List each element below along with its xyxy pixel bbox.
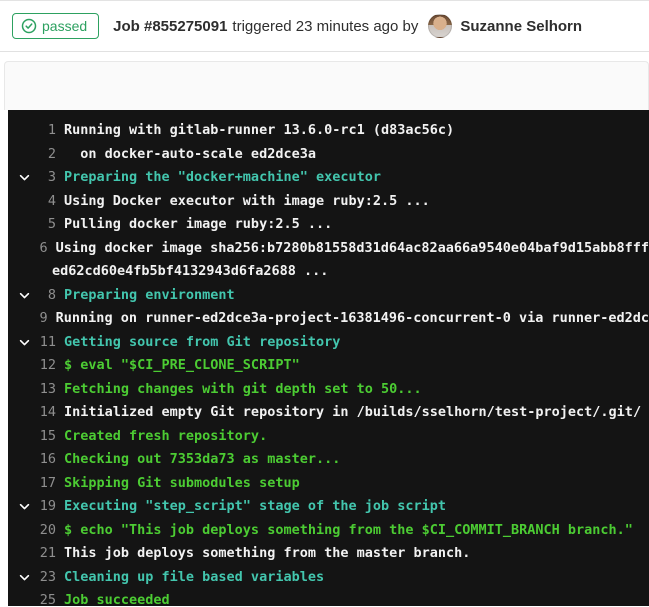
log-line: 16 Checking out 7353da73 as master... — [8, 448, 649, 472]
line-number-link[interactable]: 23 — [38, 566, 56, 590]
log-line-text: Using Docker executor with image ruby:2.… — [64, 190, 430, 214]
caret-spacer — [18, 472, 38, 496]
log-line: 14 Initialized empty Git repository in /b… — [8, 401, 649, 425]
line-number-link[interactable]: 12 — [38, 354, 56, 378]
caret-spacer — [18, 307, 30, 331]
log-line: 11 Getting source from Git repository — [8, 331, 649, 355]
line-number-link[interactable]: 20 — [38, 519, 56, 543]
log-line: 21 This job deploys something from the ma… — [8, 542, 649, 566]
job-header: passed Job #855275091 triggered 23 minut… — [0, 1, 649, 52]
caret-spacer — [18, 190, 38, 214]
section-header-text[interactable]: Preparing environment — [64, 284, 235, 308]
log-line: 12 $ eval "$CI_PRE_CLONE_SCRIPT" — [8, 354, 649, 378]
log-line-text: Running on runner-ed2dce3a-project-16381… — [56, 307, 649, 331]
log-line-text: Pulling docker image ruby:2.5 ... — [64, 213, 332, 237]
chevron-down-icon[interactable] — [18, 566, 38, 590]
line-number-link[interactable]: 25 — [38, 589, 56, 606]
caret-spacer — [18, 119, 38, 143]
log-line-text: $ echo "This job deploys something from … — [64, 519, 633, 543]
chevron-down-icon[interactable] — [18, 331, 38, 355]
log-line: 5 Pulling docker image ruby:2.5 ... — [8, 213, 649, 237]
log-line-text: $ eval "$CI_PRE_CLONE_SCRIPT" — [64, 354, 300, 378]
caret-spacer — [18, 401, 38, 425]
line-number-link[interactable]: 19 — [38, 495, 56, 519]
log-line-text: ed62cd60e4fb5bf4132943d6fa2688 ... — [52, 260, 328, 284]
log-line: 19 Executing "step_script" stage of the j… — [8, 495, 649, 519]
caret-spacer — [18, 589, 38, 606]
log-line-text: Using docker image sha256:b7280b81558d31… — [56, 237, 649, 261]
line-number-link[interactable]: 1 — [38, 119, 56, 143]
line-number-link[interactable]: 6 — [30, 237, 48, 261]
log-line: 17 Skipping Git submodules setup — [8, 472, 649, 496]
log-line: 8 Preparing environment — [8, 284, 649, 308]
log-line: 6 Using docker image sha256:b7280b81558d3… — [8, 237, 649, 261]
log-line: 2 on docker-auto-scale ed2dce3a — [8, 143, 649, 167]
log-line: 15 Created fresh repository. — [8, 425, 649, 449]
log-line-text: on docker-auto-scale ed2dce3a — [64, 143, 316, 167]
caret-spacer — [18, 378, 38, 402]
check-circle-icon — [21, 18, 37, 34]
log-line-text: Checking out 7353da73 as master... — [64, 448, 340, 472]
chevron-down-icon[interactable] — [18, 166, 38, 190]
log-line-text: Job succeeded — [64, 589, 170, 606]
log-line-text: Initialized empty Git repository in /bui… — [64, 401, 641, 425]
line-number-link[interactable]: 21 — [38, 542, 56, 566]
line-number-link[interactable]: 11 — [38, 331, 56, 355]
user-avatar[interactable] — [428, 14, 452, 38]
line-number-link[interactable]: 14 — [38, 401, 56, 425]
caret-spacer — [18, 425, 38, 449]
line-number-link[interactable]: 5 — [38, 213, 56, 237]
log-line-text: Created fresh repository. — [64, 425, 267, 449]
log-line: 20 $ echo "This job deploys something fro… — [8, 519, 649, 543]
job-id-label: Job #855275091 — [113, 18, 227, 35]
caret-spacer — [18, 519, 38, 543]
caret-spacer — [18, 237, 30, 261]
log-line: 23 Cleaning up file based variables — [8, 566, 649, 590]
line-number-link[interactable]: 9 — [30, 307, 48, 331]
job-log: 1 Running with gitlab-runner 13.6.0-rc1 (… — [8, 110, 649, 606]
section-header-text[interactable]: Cleaning up file based variables — [64, 566, 324, 590]
log-line: 4 Using Docker executor with image ruby:2… — [8, 190, 649, 214]
line-number-link[interactable]: 2 — [38, 143, 56, 167]
section-header-text[interactable]: Executing "step_script" stage of the job… — [64, 495, 446, 519]
line-number-link[interactable]: 8 — [38, 284, 56, 308]
line-number-link[interactable]: 17 — [38, 472, 56, 496]
log-line: 1 Running with gitlab-runner 13.6.0-rc1 (… — [8, 119, 649, 143]
log-line: 25 Job succeeded — [8, 589, 649, 606]
log-line-text: Skipping Git submodules setup — [64, 472, 300, 496]
line-number-link[interactable]: 16 — [38, 448, 56, 472]
chevron-down-icon[interactable] — [18, 284, 38, 308]
log-line: 3 Preparing the "docker+machine" executor — [8, 166, 649, 190]
log-line-text: Running with gitlab-runner 13.6.0-rc1 (d… — [64, 119, 454, 143]
user-name-link[interactable]: Suzanne Selhorn — [460, 18, 582, 35]
caret-spacer — [18, 143, 38, 167]
log-line-text: This job deploys something from the mast… — [64, 542, 470, 566]
caret-spacer — [18, 542, 38, 566]
status-badge-label: passed — [42, 18, 87, 34]
line-number-link[interactable]: 4 — [38, 190, 56, 214]
log-line: 13 Fetching changes with git depth set to… — [8, 378, 649, 402]
line-number-link[interactable]: 3 — [38, 166, 56, 190]
line-number-link[interactable]: 13 — [38, 378, 56, 402]
section-header-text[interactable]: Preparing the "docker+machine" executor — [64, 166, 381, 190]
log-line: 9 Running on runner-ed2dce3a-project-1638… — [8, 307, 649, 331]
job-trigger-text: triggered 23 minutes ago by — [232, 18, 418, 35]
chevron-down-icon[interactable] — [18, 495, 38, 519]
section-header-text[interactable]: Getting source from Git repository — [64, 331, 340, 355]
status-badge-passed[interactable]: passed — [12, 13, 99, 39]
caret-spacer — [18, 448, 38, 472]
caret-spacer — [18, 354, 38, 378]
log-line: ed62cd60e4fb5bf4132943d6fa2688 ... — [8, 260, 649, 284]
log-line-text: Fetching changes with git depth set to 5… — [64, 378, 422, 402]
log-controls-bar — [4, 61, 649, 110]
line-number-link[interactable]: 15 — [38, 425, 56, 449]
job-meta: Job #855275091 triggered 23 minutes ago … — [113, 14, 582, 38]
caret-spacer — [18, 213, 38, 237]
